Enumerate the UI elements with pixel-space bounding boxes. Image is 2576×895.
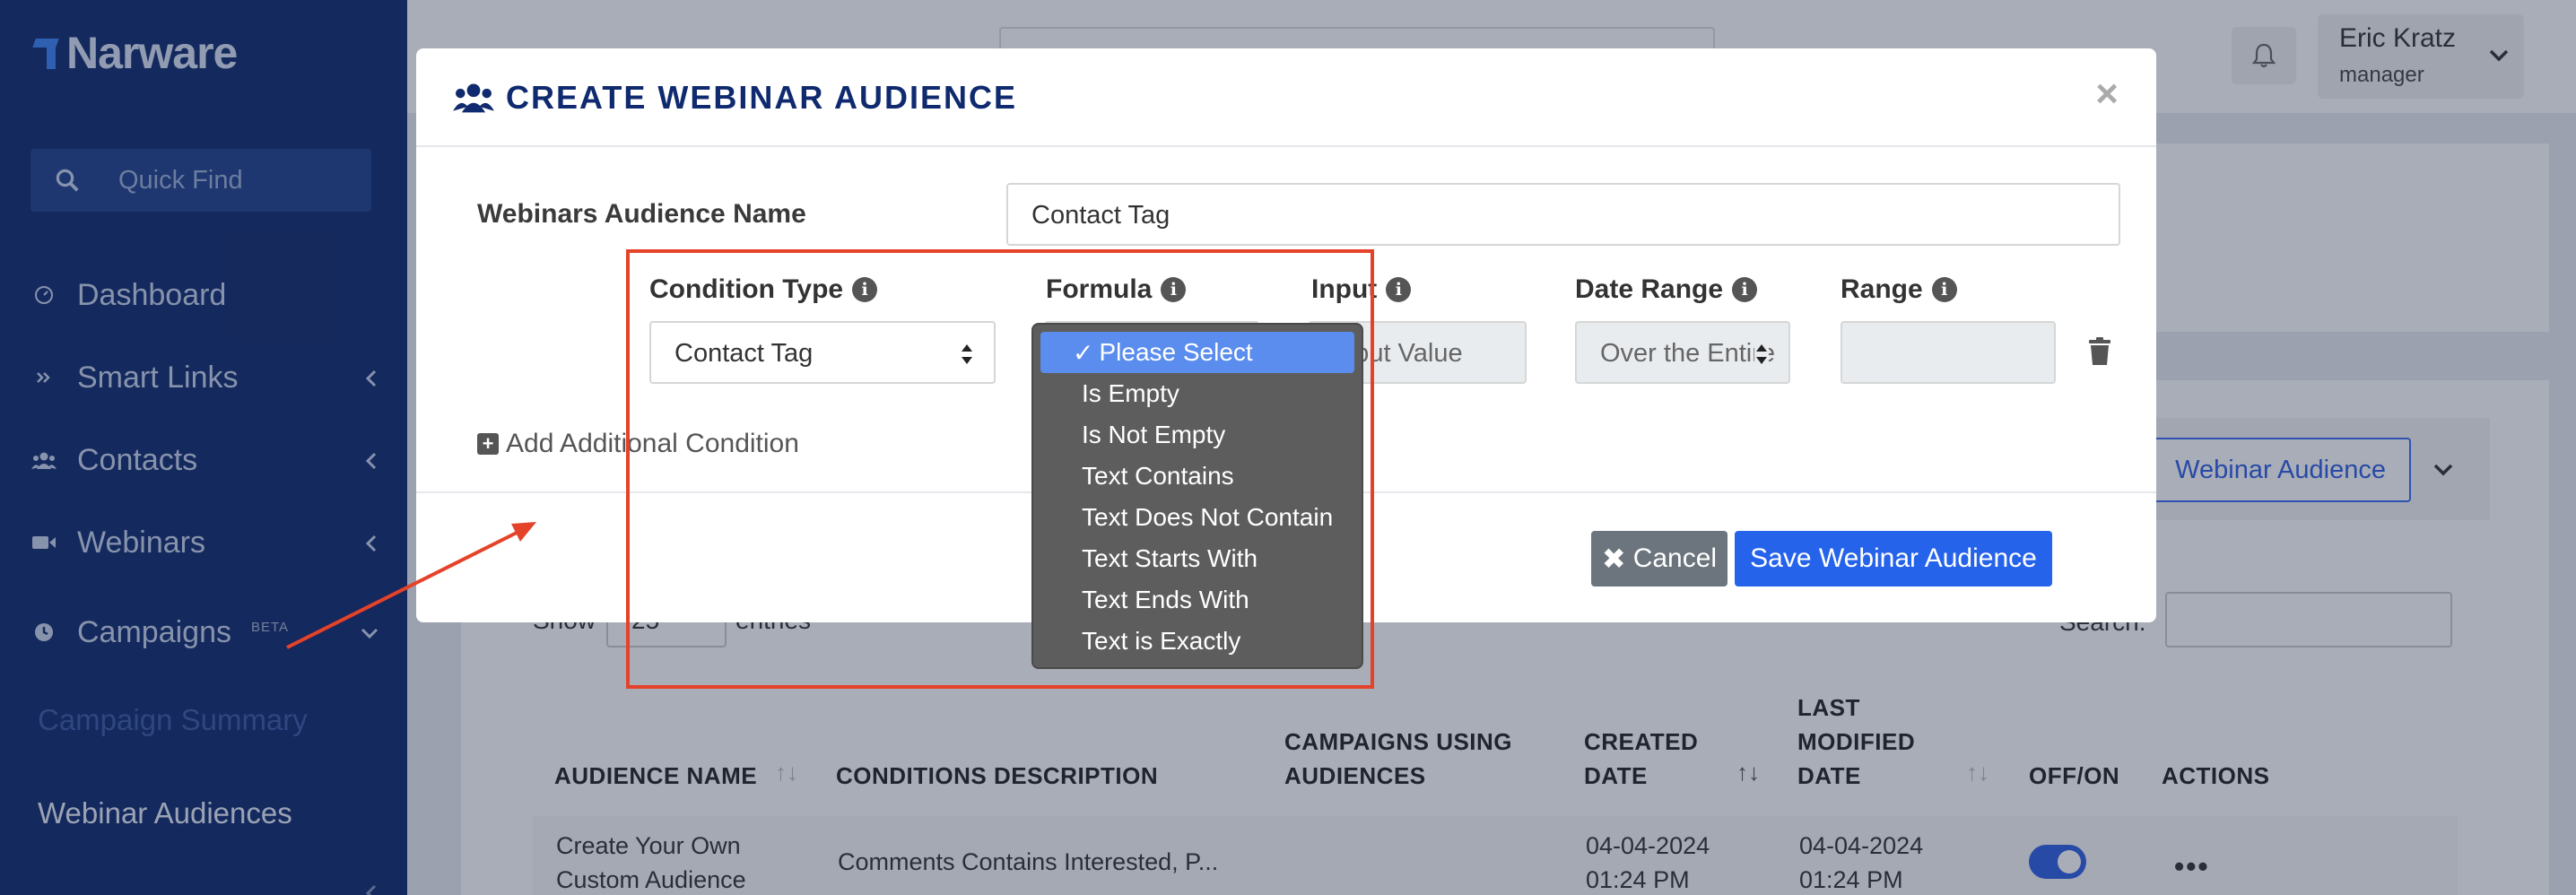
range-field[interactable]	[1841, 321, 2056, 384]
close-icon: ✖	[1601, 543, 1626, 575]
users-icon	[453, 83, 494, 113]
save-webinar-audience-button[interactable]: Save Webinar Audience	[1735, 531, 2052, 587]
date-range-value: Over the Entire	[1600, 339, 1776, 368]
audience-name-input[interactable]: Contact Tag	[1006, 183, 2120, 246]
plus-square-icon: +	[477, 433, 499, 455]
modal-title: CREATE WEBINAR AUDIENCE	[506, 79, 1018, 116]
range-label-text: Range	[1841, 274, 1923, 304]
date-range-select[interactable]: Over the Entire	[1575, 321, 1790, 384]
date-range-label: Date Range i	[1575, 274, 1758, 305]
close-icon[interactable]: ×	[2095, 72, 2119, 117]
cancel-label: Cancel	[1632, 543, 1718, 573]
highlight-box	[626, 249, 1374, 689]
date-range-label-text: Date Range	[1575, 274, 1724, 304]
select-arrows-icon	[1754, 343, 1769, 366]
info-icon[interactable]: i	[1931, 277, 1957, 302]
range-label: Range i	[1841, 274, 1957, 305]
cancel-button[interactable]: ✖ Cancel	[1591, 531, 1727, 587]
info-icon[interactable]: i	[1386, 277, 1412, 302]
modal-header: CREATE WEBINAR AUDIENCE ×	[416, 48, 2156, 147]
trash-icon[interactable]	[2088, 337, 2111, 366]
info-icon[interactable]: i	[1732, 277, 1758, 302]
audience-name-label: Webinars Audience Name	[477, 199, 806, 229]
